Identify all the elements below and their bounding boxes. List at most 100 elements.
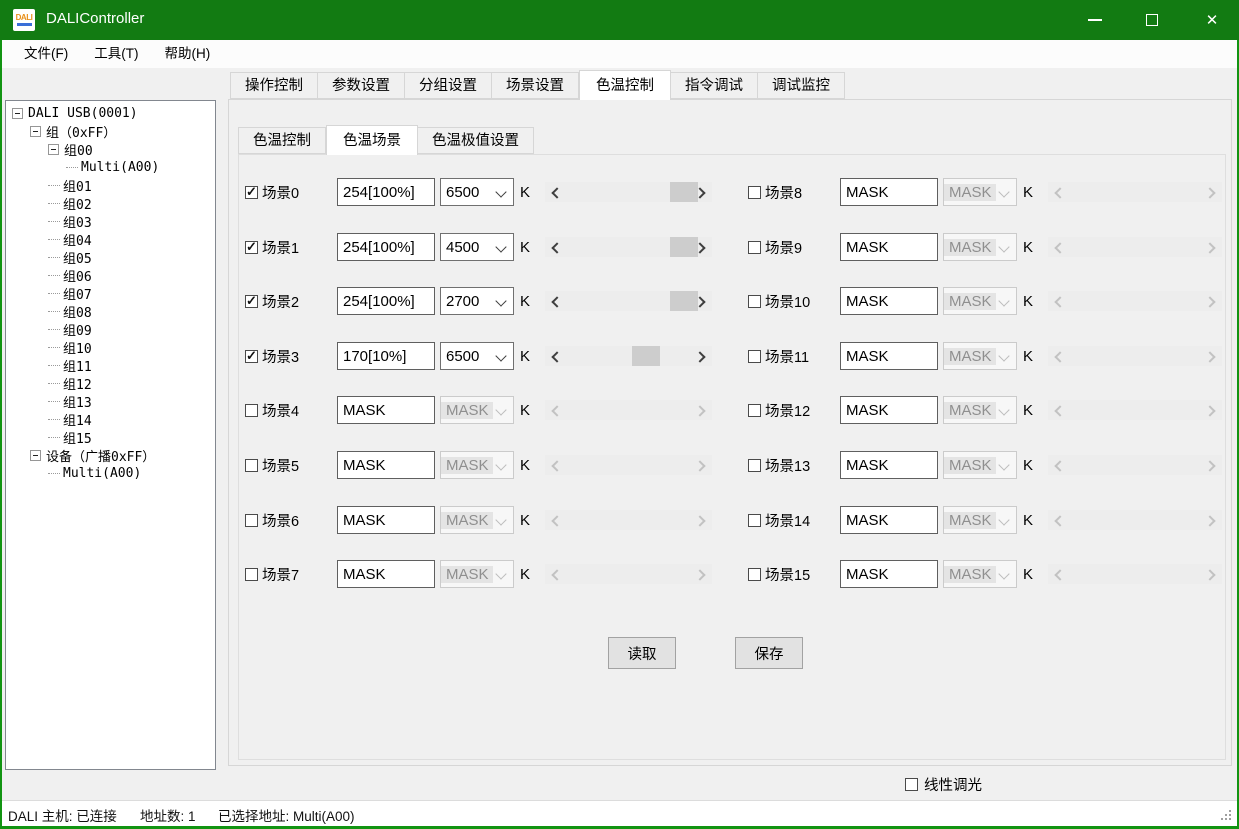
tree-node[interactable]: 组12: [6, 374, 215, 392]
scene-level-input[interactable]: [337, 233, 435, 261]
scroll-right-icon[interactable]: [1204, 187, 1215, 198]
tree-expander-icon[interactable]: [30, 126, 41, 137]
temp-scrollbar[interactable]: [1048, 455, 1222, 475]
scroll-left-icon[interactable]: [551, 296, 562, 307]
close-button[interactable]: ✕: [1185, 0, 1239, 40]
menu-item-0[interactable]: 文件(F): [11, 40, 81, 68]
scroll-right-icon[interactable]: [694, 405, 705, 416]
main-tab-3[interactable]: 场景设置: [492, 72, 579, 99]
main-tab-1[interactable]: 参数设置: [318, 72, 405, 99]
scroll-left-icon[interactable]: [1054, 296, 1065, 307]
scroll-right-icon[interactable]: [1204, 351, 1215, 362]
temp-scrollbar[interactable]: [545, 455, 712, 475]
tree-node[interactable]: 组09: [6, 320, 215, 338]
scroll-left-icon[interactable]: [551, 351, 562, 362]
temp-scrollbar[interactable]: [545, 291, 712, 311]
tree-node[interactable]: Multi(A00): [6, 158, 215, 176]
scene-temp-select[interactable]: MASK: [440, 451, 514, 479]
scene-level-input[interactable]: [840, 342, 938, 370]
scene-level-input[interactable]: [840, 560, 938, 588]
temp-scrollbar[interactable]: [545, 237, 712, 257]
scene-checkbox[interactable]: ✓: [245, 241, 258, 254]
scene-checkbox[interactable]: ✓: [245, 350, 258, 363]
scene-temp-select[interactable]: MASK: [943, 396, 1017, 424]
scroll-left-icon[interactable]: [1054, 569, 1065, 580]
temp-scrollbar[interactable]: [1048, 346, 1222, 366]
scene-checkbox[interactable]: ✓: [748, 568, 761, 581]
scene-level-input[interactable]: [337, 287, 435, 315]
maximize-button[interactable]: [1127, 0, 1177, 40]
scroll-left-icon[interactable]: [551, 460, 562, 471]
temp-scrollbar[interactable]: [1048, 510, 1222, 530]
menu-item-1[interactable]: 工具(T): [81, 40, 151, 68]
scene-temp-select[interactable]: 6500: [440, 342, 514, 370]
scroll-right-icon[interactable]: [1204, 242, 1215, 253]
scene-temp-select[interactable]: MASK: [440, 506, 514, 534]
scroll-right-icon[interactable]: [1204, 296, 1215, 307]
scene-temp-select[interactable]: MASK: [943, 451, 1017, 479]
scene-level-input[interactable]: [840, 178, 938, 206]
menu-item-2[interactable]: 帮助(H): [152, 40, 224, 68]
scene-checkbox[interactable]: ✓: [748, 241, 761, 254]
scene-level-input[interactable]: [337, 560, 435, 588]
tree-node[interactable]: 组06: [6, 266, 215, 284]
tree-node[interactable]: 组15: [6, 428, 215, 446]
scene-checkbox[interactable]: ✓: [245, 295, 258, 308]
scene-level-input[interactable]: [840, 396, 938, 424]
scroll-left-icon[interactable]: [1054, 242, 1065, 253]
linear-dimming-checkbox[interactable]: ✓: [905, 778, 918, 791]
temp-scrollbar[interactable]: [1048, 182, 1222, 202]
scene-temp-select[interactable]: MASK: [943, 178, 1017, 206]
scroll-left-icon[interactable]: [1054, 515, 1065, 526]
scene-level-input[interactable]: [840, 451, 938, 479]
temp-scrollbar[interactable]: [545, 182, 712, 202]
scene-level-input[interactable]: [840, 233, 938, 261]
scroll-left-icon[interactable]: [551, 405, 562, 416]
scene-temp-select[interactable]: 4500: [440, 233, 514, 261]
read-button[interactable]: 读取: [608, 637, 676, 669]
scene-level-input[interactable]: [337, 342, 435, 370]
scroll-right-icon[interactable]: [1204, 515, 1215, 526]
scroll-left-icon[interactable]: [1054, 187, 1065, 198]
scene-temp-select[interactable]: MASK: [943, 342, 1017, 370]
scroll-thumb[interactable]: [632, 346, 660, 366]
scroll-left-icon[interactable]: [551, 569, 562, 580]
tree-node[interactable]: 组01: [6, 176, 215, 194]
tree-node[interactable]: 组（0xFF）: [6, 122, 215, 140]
scene-checkbox[interactable]: ✓: [748, 350, 761, 363]
tree-node[interactable]: 组00: [6, 140, 215, 158]
scene-level-input[interactable]: [840, 506, 938, 534]
scene-temp-select[interactable]: MASK: [943, 506, 1017, 534]
scroll-left-icon[interactable]: [1054, 405, 1065, 416]
resize-grip-icon[interactable]: [1221, 810, 1233, 822]
scroll-left-icon[interactable]: [1054, 460, 1065, 471]
scene-level-input[interactable]: [840, 287, 938, 315]
temp-scrollbar[interactable]: [1048, 237, 1222, 257]
sub-tab-1[interactable]: 色温场景: [326, 125, 418, 155]
scroll-right-icon[interactable]: [1204, 405, 1215, 416]
scene-temp-select[interactable]: 6500: [440, 178, 514, 206]
tree-node[interactable]: 组02: [6, 194, 215, 212]
scroll-left-icon[interactable]: [551, 242, 562, 253]
scroll-left-icon[interactable]: [551, 515, 562, 526]
scroll-left-icon[interactable]: [1054, 351, 1065, 362]
scene-checkbox[interactable]: ✓: [748, 186, 761, 199]
scene-checkbox[interactable]: ✓: [245, 186, 258, 199]
tree-node[interactable]: DALI USB(0001): [6, 104, 215, 122]
scene-temp-select[interactable]: 2700: [440, 287, 514, 315]
tree-node[interactable]: 组10: [6, 338, 215, 356]
tree-node[interactable]: 组13: [6, 392, 215, 410]
main-tab-2[interactable]: 分组设置: [405, 72, 492, 99]
scroll-left-icon[interactable]: [551, 187, 562, 198]
temp-scrollbar[interactable]: [1048, 291, 1222, 311]
scene-level-input[interactable]: [337, 506, 435, 534]
scroll-right-icon[interactable]: [1204, 569, 1215, 580]
scene-checkbox[interactable]: ✓: [245, 404, 258, 417]
sub-tab-2[interactable]: 色温极值设置: [418, 127, 534, 154]
tree-node[interactable]: 组11: [6, 356, 215, 374]
temp-scrollbar[interactable]: [1048, 564, 1222, 584]
scene-temp-select[interactable]: MASK: [440, 560, 514, 588]
scroll-right-icon[interactable]: [694, 460, 705, 471]
scroll-right-icon[interactable]: [694, 515, 705, 526]
scene-temp-select[interactable]: MASK: [440, 396, 514, 424]
